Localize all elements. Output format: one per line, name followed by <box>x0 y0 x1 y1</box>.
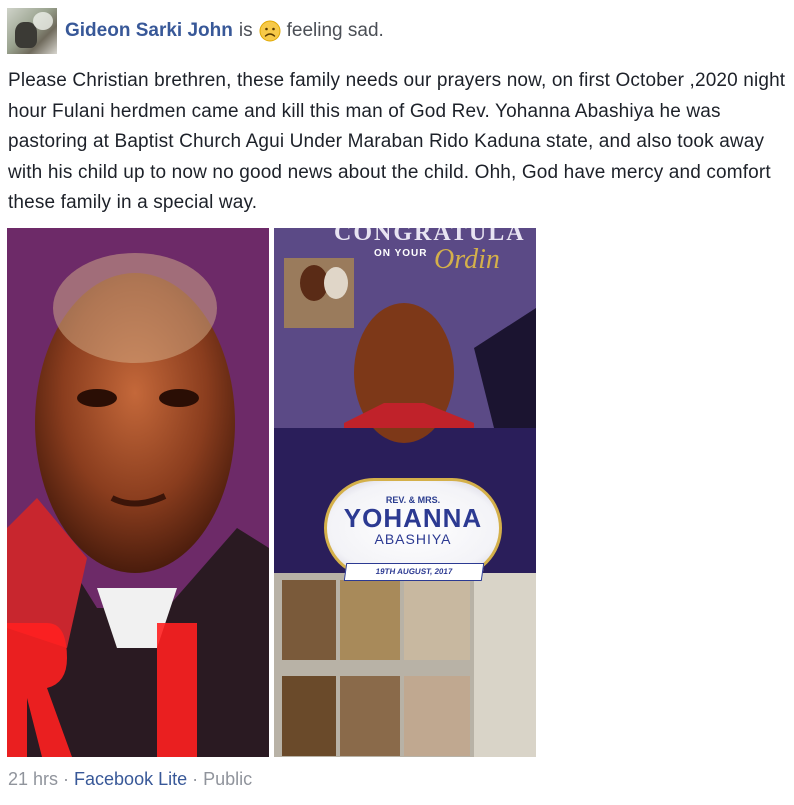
photo-poster[interactable]: CONGRATULA ON YOUR Ordin REV. & MRS. YOH… <box>274 228 536 757</box>
poster-banner-sub: ON YOUR <box>374 248 428 259</box>
badge-surname: ABASHIYA <box>374 531 452 547</box>
audience-label[interactable]: Public <box>203 769 252 789</box>
sad-face-icon <box>259 20 281 42</box>
post-header: Gideon Sarki John is feeling sad. <box>7 8 384 54</box>
photo-grid: CONGRATULA ON YOUR Ordin REV. & MRS. YOH… <box>7 228 536 757</box>
badge-date: 19TH AUGUST, 2017 <box>343 563 485 581</box>
separator: · <box>58 769 75 789</box>
badge-name: YOHANNA <box>343 503 483 533</box>
author-avatar[interactable] <box>7 8 57 54</box>
poster-banner-script: Ordin <box>434 244 500 275</box>
avatar-highlight <box>33 12 53 30</box>
app-link[interactable]: Facebook Lite <box>74 769 187 789</box>
post-time[interactable]: 21 hrs <box>8 769 58 789</box>
is-text: is <box>238 20 253 41</box>
poster-name-badge: REV. & MRS. YOHANNA ABASHIYA 19TH AUGUST… <box>324 478 502 581</box>
post-footer: 21 hrs · Facebook Lite · Public <box>8 769 252 790</box>
author-line: Gideon Sarki John is feeling sad. <box>65 20 384 42</box>
portrait-illustration <box>7 228 269 757</box>
author-name-link[interactable]: Gideon Sarki John <box>65 20 233 42</box>
post-body: Please Christian brethren, these family … <box>8 70 786 213</box>
separator: · <box>187 769 204 789</box>
feeling-text: feeling sad. <box>286 20 384 41</box>
photo-portrait[interactable] <box>7 228 269 757</box>
